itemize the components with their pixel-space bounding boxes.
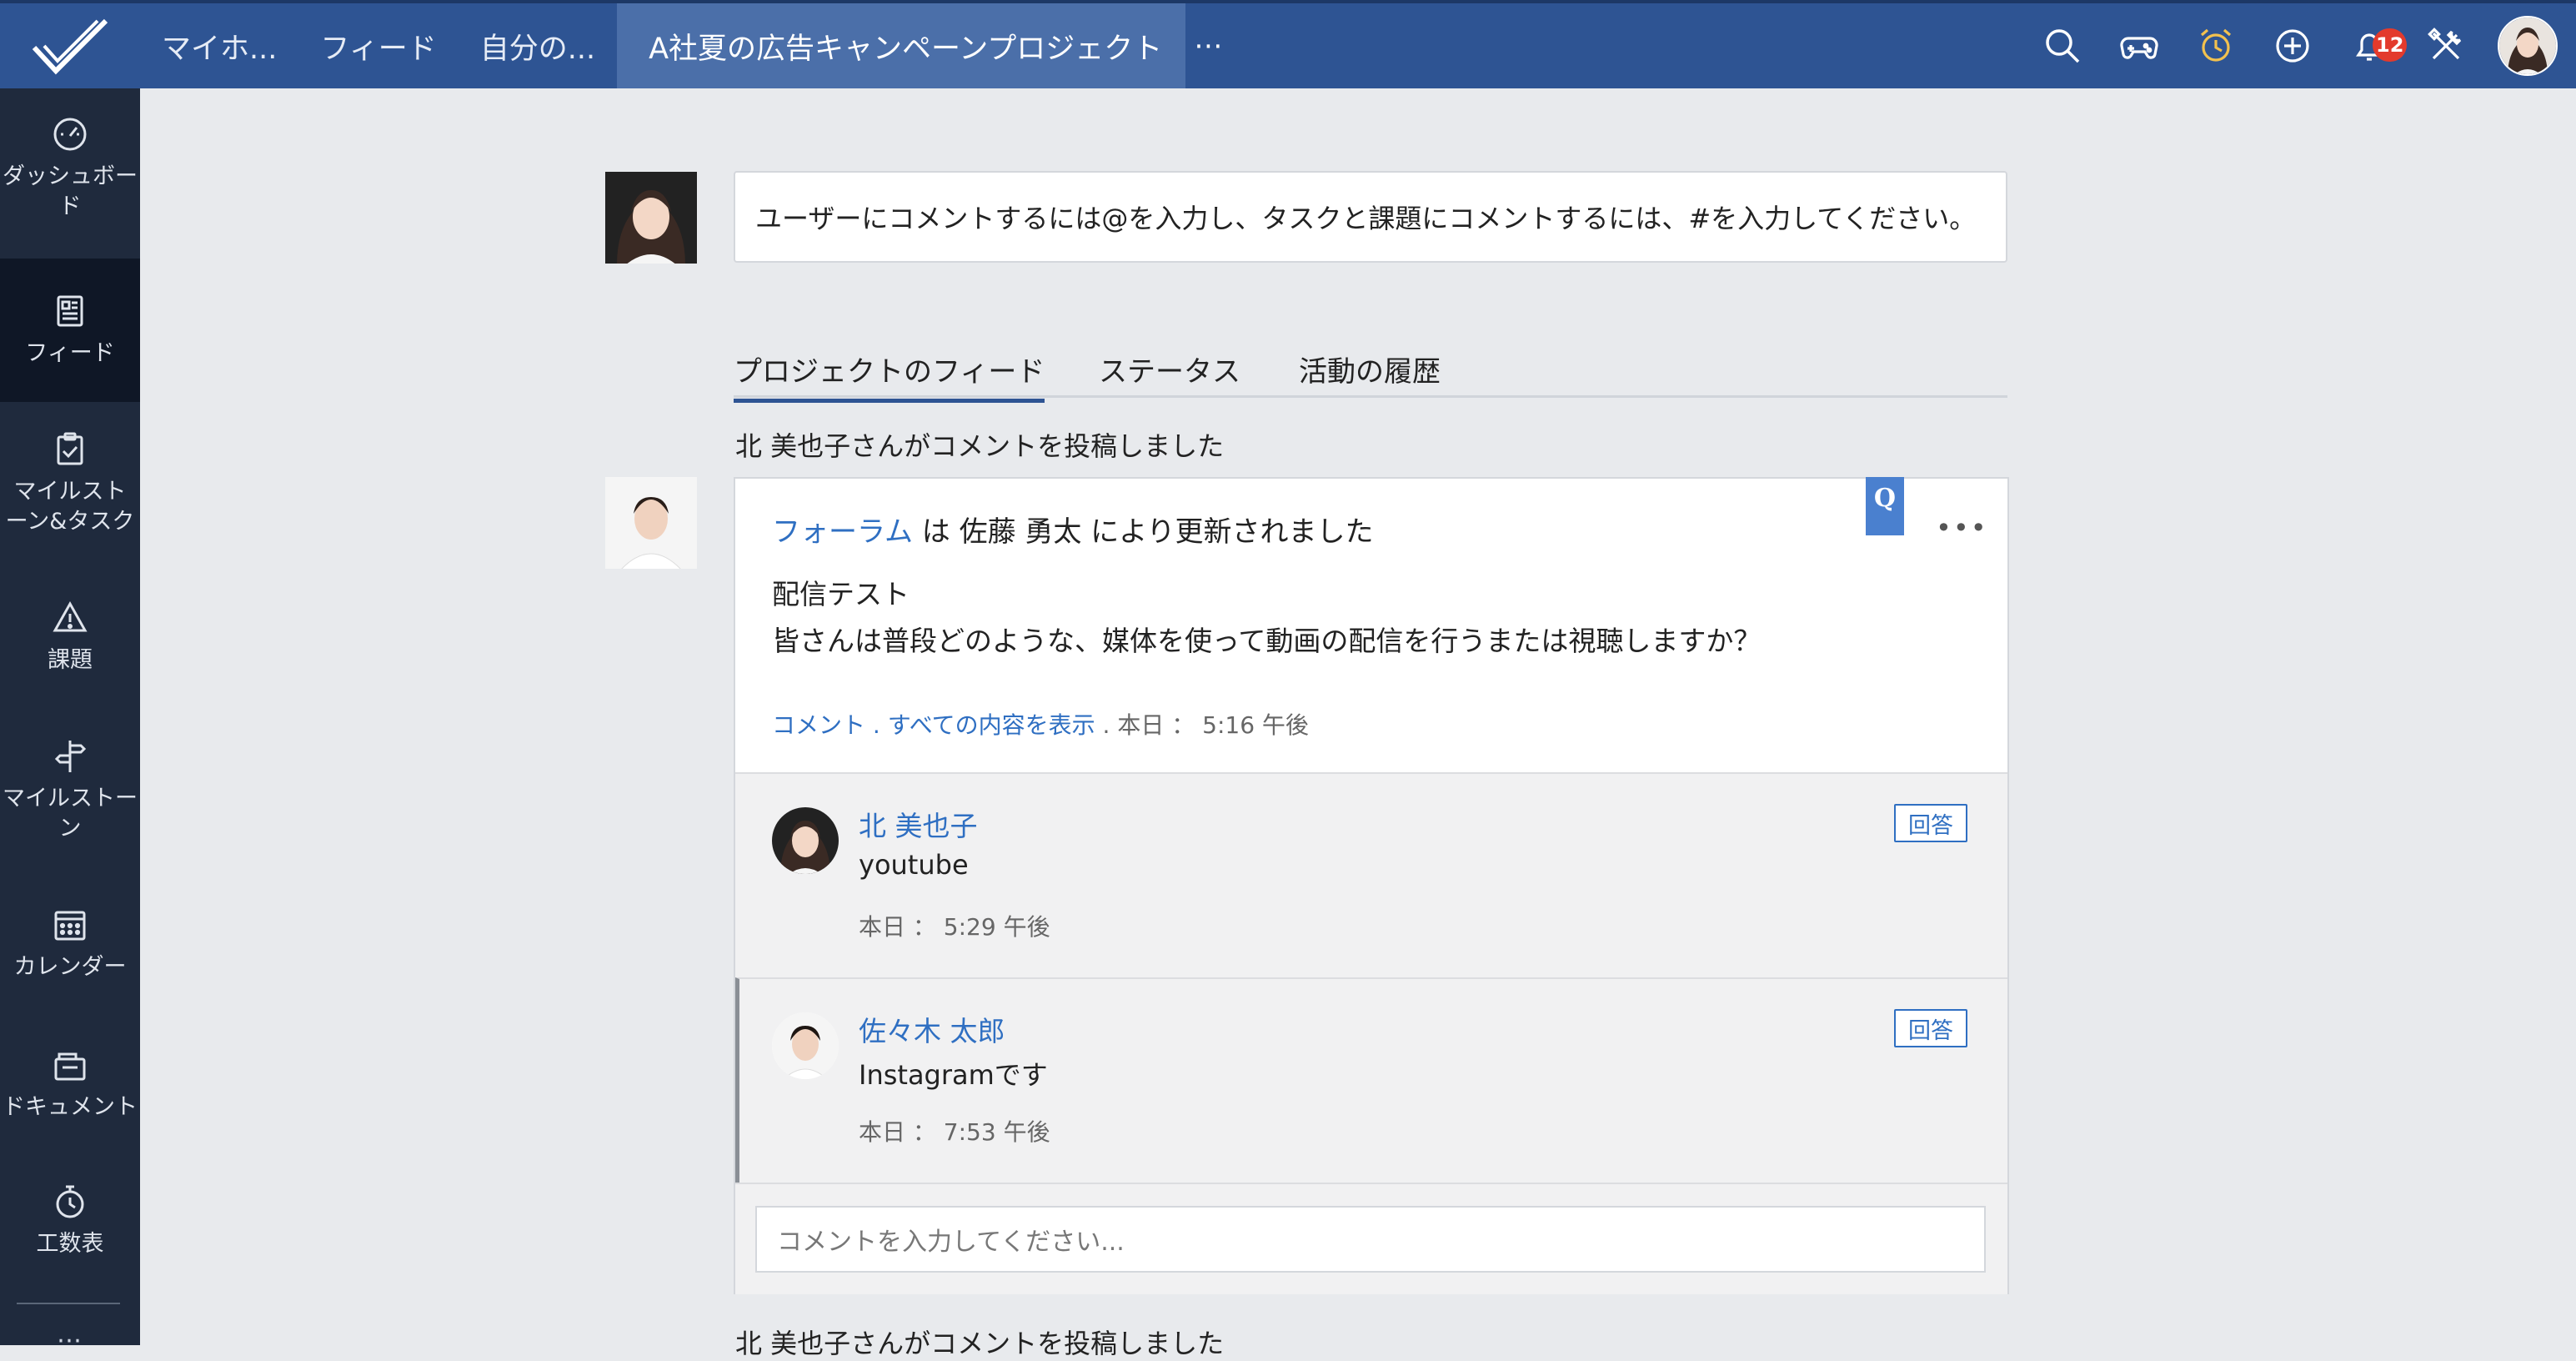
tab-my-home[interactable]: マイホ...	[140, 3, 298, 88]
folder-icon	[54, 1052, 86, 1081]
reply-avatar	[772, 1012, 839, 1079]
post-more-menu-icon[interactable]: •••	[1936, 512, 1988, 544]
comment-link[interactable]: コメント	[772, 711, 865, 739]
app-logo-checkmark-icon[interactable]	[0, 3, 140, 88]
meta-separator: .	[865, 711, 888, 739]
sidebar-item-label: ダッシュボード	[3, 163, 138, 219]
sidebar-item-label: マイルストーン&タスク	[5, 479, 135, 535]
tab-active-project[interactable]: A社夏の広告キャンペーンプロジェクト	[617, 3, 1186, 88]
reply-avatar	[772, 807, 839, 874]
post-timestamp: 本日 ： 5:16 午後	[1117, 711, 1309, 739]
post-updater-name: 佐藤 勇太	[959, 515, 1082, 549]
sidebar-more-icon[interactable]: ⋯	[0, 1326, 140, 1355]
sidebar-item-label: 課題	[48, 647, 93, 673]
sidebar-item-issues[interactable]: 課題	[0, 599, 140, 699]
reply-text: Instagramです	[859, 1059, 1048, 1091]
reply-timestamp: 本日 ： 7:53 午後	[859, 1118, 1050, 1146]
reply-item: 佐々木 太郎 Instagramです 本日 ： 7:53 午後 回答	[735, 977, 2007, 1183]
post-title: 配信テスト	[772, 578, 910, 610]
sidebar-item-dashboard[interactable]: ダッシュボード	[0, 88, 140, 259]
mention-comment-input[interactable]: ユーザーにコメントするには@を入力し、タスクと課題にコメントするには、#を入力し…	[734, 171, 2007, 263]
sidebar-item-documents[interactable]: ドキュメント	[0, 1046, 140, 1154]
tab-status[interactable]: ステータス	[1099, 349, 1240, 389]
forum-link[interactable]: フォーラム	[772, 515, 913, 549]
top-navigation-bar: マイホ... フィード 自分の... A社夏の広告キャンペーンプロジェクト ⋯ …	[0, 0, 2576, 88]
search-icon[interactable]	[2024, 3, 2101, 88]
post-author-line: 北 美也子さんがコメントを投稿しました	[735, 1328, 1225, 1359]
comment-input[interactable]: コメントを入力してください...	[755, 1206, 1986, 1273]
add-icon[interactable]	[2254, 3, 2331, 88]
reply-author-link[interactable]: 北 美也子	[859, 804, 978, 844]
post-header: フォーラム は 佐藤 勇太 により更新されました	[772, 509, 1374, 550]
sidebar-item-feed[interactable]: フィード	[0, 259, 140, 402]
top-right-toolbar: 12	[2024, 3, 2576, 88]
sidebar-item-timesheet[interactable]: 工数表	[0, 1183, 140, 1291]
post-body: 皆さんは普段どのような、媒体を使って動画の配信を行うまたは視聴しますか？	[772, 625, 1762, 657]
feed-icon	[57, 295, 83, 327]
sidebar-item-label: カレンダー	[13, 954, 127, 980]
sidebar-item-calendar[interactable]: カレンダー	[0, 906, 140, 1014]
forum-post-card: フォーラム は 佐藤 勇太 により更新されました Q ••• 配信テスト 皆さん…	[734, 477, 2009, 1294]
reply-text: youtube	[859, 849, 969, 881]
post-header-tail: により更新されました	[1081, 515, 1374, 549]
calendar-icon	[54, 911, 86, 941]
post-meta: コメント . すべての内容を表示 . 本日 ： 5:16 午後	[772, 707, 1309, 741]
sidebar-item-milestones-tasks[interactable]: マイルストーン&タスク	[0, 427, 140, 569]
timer-icon	[56, 1185, 84, 1218]
tab-my-items[interactable]: 自分の...	[459, 3, 617, 88]
sidebar-divider	[17, 1303, 120, 1304]
reply-item: 北 美也子 youtube 本日 ： 5:29 午後 回答	[735, 772, 2007, 977]
game-controller-icon[interactable]	[2101, 3, 2178, 88]
user-avatar[interactable]	[2498, 16, 2558, 76]
signpost-icon	[54, 741, 87, 772]
more-tabs-icon[interactable]: ⋯	[1185, 29, 1232, 63]
sidebar-item-label: フィード	[25, 340, 115, 366]
clipboard-check-icon	[57, 432, 83, 465]
reply-button[interactable]: 回答	[1894, 804, 1967, 842]
meta-separator: .	[1095, 711, 1118, 739]
post-author-avatar	[605, 477, 697, 569]
alarm-clock-icon[interactable]	[2178, 3, 2254, 88]
sidebar-item-milestones[interactable]: マイルストーン	[0, 737, 140, 871]
bell-icon[interactable]: 12	[2331, 3, 2408, 88]
feed-tabs: プロジェクトのフィード ステータス 活動の履歴	[734, 340, 2007, 403]
question-badge-icon: Q	[1866, 477, 1904, 535]
left-sidebar: ダッシュボード フィード マイルストーン&タスク 課題 マイルストーン カレンダ…	[0, 88, 140, 1355]
main-content: ユーザーにコメントするには@を入力し、タスクと課題にコメントするには、#を入力し…	[140, 88, 2576, 1359]
notification-count-badge: 12	[2373, 28, 2408, 62]
reply-author-link[interactable]: 佐々木 太郎	[859, 1009, 1005, 1049]
warning-icon	[53, 600, 88, 632]
tab-activity-history[interactable]: 活動の履歴	[1299, 349, 1441, 389]
reply-timestamp: 本日 ： 5:29 午後	[859, 913, 1050, 941]
tab-feed[interactable]: フィード	[298, 3, 458, 88]
post-author-line: 北 美也子さんがコメントを投稿しました	[735, 430, 1225, 462]
dashboard-icon	[53, 118, 87, 151]
tab-project-feed[interactable]: プロジェクトのフィード	[734, 349, 1045, 403]
sidebar-item-label: ドキュメント	[3, 1094, 138, 1120]
sidebar-item-label: 工数表	[36, 1231, 104, 1257]
sidebar-item-label: マイルストーン	[3, 786, 138, 841]
reply-button[interactable]: 回答	[1894, 1009, 1967, 1047]
tools-icon[interactable]	[2408, 3, 2484, 88]
comment-area: コメントを入力してください...	[735, 1183, 2007, 1294]
show-all-content-link[interactable]: すべての内容を表示	[888, 711, 1095, 739]
current-user-avatar	[605, 172, 697, 264]
post-header-text: は	[912, 515, 960, 549]
